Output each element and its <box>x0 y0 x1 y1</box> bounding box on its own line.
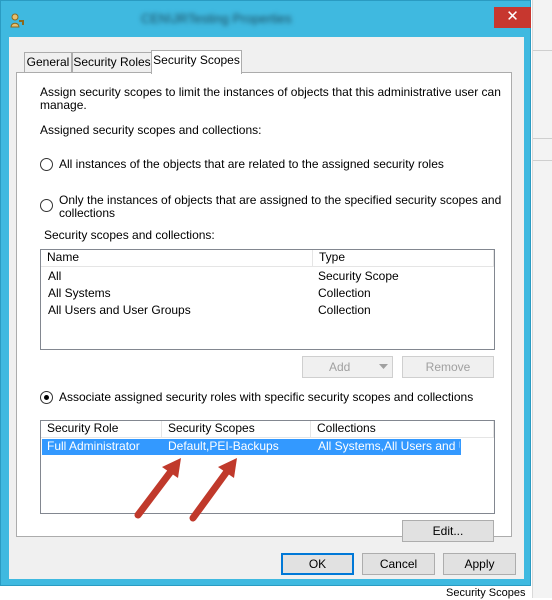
window-title: CEN\JRTesting Properties <box>141 11 292 26</box>
remove-button[interactable]: Remove <box>402 356 494 378</box>
cell-type: Collection <box>318 287 371 300</box>
tab-security-roles[interactable]: Security Roles <box>72 52 152 73</box>
cancel-button[interactable]: Cancel <box>362 553 435 575</box>
add-button-label: Add <box>329 360 351 374</box>
app-icon <box>10 13 24 28</box>
column-header-security-scopes[interactable]: Security Scopes <box>162 421 311 437</box>
add-button[interactable]: Add <box>302 356 393 378</box>
edit-button[interactable]: Edit... <box>402 520 494 542</box>
cell-type: Collection <box>318 304 371 317</box>
tab-general[interactable]: General <box>24 52 72 73</box>
cell-name: All Users and User Groups <box>48 304 191 317</box>
assigned-scopes-label: Assigned security scopes and collections… <box>40 123 262 137</box>
table-row[interactable]: Full Administrator Default,PEI-Backups A… <box>42 439 461 455</box>
radio-associate[interactable] <box>40 391 53 404</box>
cell-type: Security Scope <box>318 270 399 283</box>
column-header-security-role[interactable]: Security Role <box>41 421 162 437</box>
column-header-collections[interactable]: Collections <box>311 421 494 437</box>
tab-security-scopes[interactable]: Security Scopes <box>151 50 242 74</box>
intro-text-line1: Assign security scopes to limit the inst… <box>40 85 501 99</box>
scopes-list[interactable]: Name Type All Security Scope All Systems… <box>40 249 495 350</box>
cell-security-scopes: Default,PEI-Backups <box>168 440 279 453</box>
scopes-list-header: Name Type <box>41 250 494 267</box>
scopes-collections-label: Security scopes and collections: <box>44 228 215 242</box>
radio-only-instances[interactable] <box>40 199 53 212</box>
background-window-text: Security Scopes <box>446 588 526 599</box>
close-button[interactable]: ✕ <box>494 7 531 28</box>
radio-only-instances-label-line1[interactable]: Only the instances of objects that are a… <box>59 194 501 207</box>
roles-list-header: Security Role Security Scopes Collection… <box>41 421 494 438</box>
cell-security-role: Full Administrator <box>47 440 140 453</box>
background-window-edge <box>532 0 552 598</box>
radio-associate-label[interactable]: Associate assigned security roles with s… <box>59 391 473 404</box>
column-header-type[interactable]: Type <box>313 250 494 266</box>
intro-text-line2: manage. <box>40 98 87 112</box>
ok-button[interactable]: OK <box>281 553 354 575</box>
column-header-name[interactable]: Name <box>41 250 313 266</box>
apply-button[interactable]: Apply <box>443 553 516 575</box>
chevron-down-icon <box>379 364 388 369</box>
radio-all-instances[interactable] <box>40 158 53 171</box>
roles-scopes-list[interactable]: Security Role Security Scopes Collection… <box>40 420 495 514</box>
title-bar[interactable]: CEN\JRTesting Properties ✕ <box>1 1 531 37</box>
radio-only-instances-label-line2[interactable]: collections <box>59 207 115 220</box>
cell-collections: All Systems,All Users and U... <box>318 440 460 453</box>
cell-name: All <box>48 270 62 283</box>
cell-name: All Systems <box>48 287 111 300</box>
radio-all-instances-label[interactable]: All instances of the objects that are re… <box>59 158 444 171</box>
